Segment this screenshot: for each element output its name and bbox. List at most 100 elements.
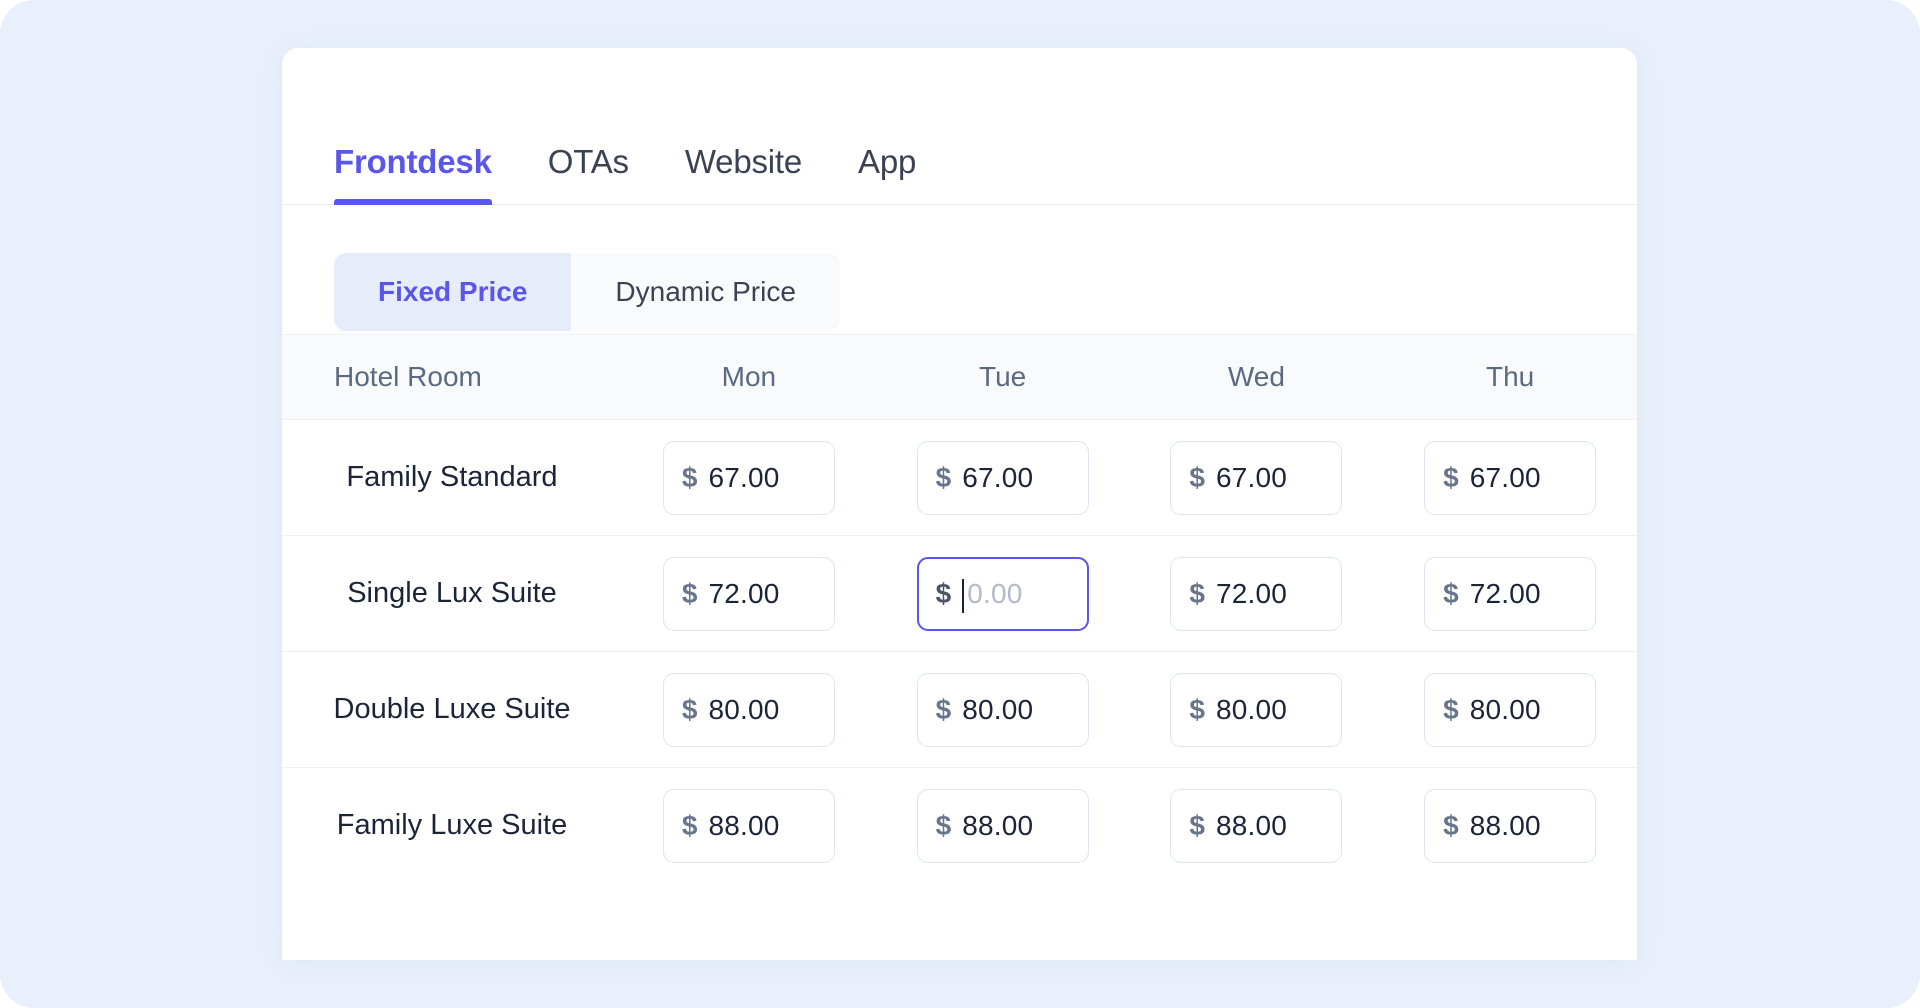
- price-cell: $67.00: [876, 420, 1130, 536]
- segment-dynamic-price[interactable]: Dynamic Price: [571, 253, 840, 331]
- currency-symbol-icon: $: [935, 577, 952, 609]
- price-cell: $88.00: [1130, 768, 1384, 884]
- tab-frontdesk[interactable]: Frontdesk: [334, 145, 520, 205]
- price-value: 67.00: [1215, 461, 1288, 493]
- currency-symbol-icon: $: [1443, 693, 1459, 725]
- currency-symbol-icon: $: [681, 809, 698, 841]
- price-cell-inner: $80.00: [622, 672, 876, 747]
- price-cell-inner: $72.00: [1130, 556, 1384, 631]
- price-cell: $67.00: [622, 420, 876, 536]
- price-cell: $72.00: [1130, 536, 1384, 652]
- price-input[interactable]: $88.00: [662, 788, 835, 863]
- pricing-table-head: Hotel Room Mon Tue Wed Thu: [282, 334, 1637, 420]
- table-row: Family Luxe Suite $88.00 $88.00 $88.00 $88.0…: [282, 768, 1637, 884]
- price-cell: $67.00: [1130, 420, 1384, 536]
- room-name-cell: Double Luxe Suite: [333, 693, 571, 725]
- price-cell: $80.00: [1383, 652, 1637, 768]
- table-header-row: Hotel Room Mon Tue Wed Thu: [282, 334, 1637, 420]
- price-cell-inner: $67.00: [876, 440, 1130, 515]
- column-header-tue: Tue: [875, 334, 1130, 420]
- price-cell-inner: $80.00: [1130, 672, 1384, 747]
- price-input[interactable]: $80.00: [1170, 672, 1343, 747]
- pricing-table: Hotel Room Mon Tue Wed Thu Family Standard $6…: [282, 334, 1637, 884]
- price-cell: $72.00: [1383, 536, 1637, 652]
- price-value: 67.00: [708, 461, 780, 493]
- price-cell: $80.00: [622, 652, 876, 768]
- price-input[interactable]: $72.00: [1424, 556, 1597, 631]
- price-cell: $88.00: [1383, 768, 1637, 884]
- price-mode-segmented-control[interactable]: Fixed Price Dynamic Price: [334, 253, 840, 331]
- currency-symbol-icon: $: [681, 461, 698, 493]
- price-value: 0.00: [967, 577, 1023, 609]
- price-input[interactable]: $88.00: [1170, 788, 1343, 863]
- price-input[interactable]: $67.00: [916, 440, 1089, 515]
- table-row: Family Standard $67.00 $67.00 $67.00 $67.00: [282, 420, 1637, 536]
- price-value: 80.00: [708, 693, 780, 725]
- currency-symbol-icon: $: [681, 577, 698, 609]
- price-value: 88.00: [1215, 809, 1288, 841]
- price-cell-inner: $0.00: [876, 556, 1130, 631]
- price-cell: $80.00: [1130, 652, 1384, 768]
- price-input[interactable]: $67.00: [1170, 440, 1343, 515]
- column-header-mon: Mon: [622, 334, 876, 420]
- price-mode-bar: Fixed Price Dynamic Price: [282, 205, 1637, 334]
- price-input[interactable]: $72.00: [662, 556, 835, 631]
- segment-fixed-price[interactable]: Fixed Price: [334, 253, 572, 331]
- price-input[interactable]: $0.00: [916, 556, 1089, 631]
- currency-symbol-icon: $: [1189, 577, 1205, 609]
- price-value: 72.00: [1215, 577, 1288, 609]
- column-header-hotel-room: Hotel Room: [282, 334, 622, 420]
- price-input[interactable]: $88.00: [916, 788, 1089, 863]
- price-cell-inner: $72.00: [622, 556, 876, 631]
- column-header-wed: Wed: [1129, 334, 1384, 420]
- currency-symbol-icon: $: [1443, 577, 1459, 609]
- price-cell: $0.00: [876, 536, 1130, 652]
- currency-symbol-icon: $: [681, 693, 698, 725]
- price-value: 67.00: [962, 461, 1034, 493]
- channel-tabs: Frontdesk OTAs Website App: [282, 48, 1637, 205]
- price-input[interactable]: $72.00: [1170, 556, 1343, 631]
- currency-symbol-icon: $: [1189, 693, 1205, 725]
- tab-website[interactable]: Website: [657, 145, 830, 204]
- price-cell: $67.00: [1383, 420, 1637, 536]
- currency-symbol-icon: $: [935, 461, 952, 493]
- room-name-cell: Single Lux Suite: [347, 577, 557, 609]
- price-value: 80.00: [1469, 693, 1541, 725]
- price-value: 80.00: [962, 693, 1034, 725]
- price-value: 72.00: [1469, 577, 1541, 609]
- table-row: Double Luxe Suite $80.00 $80.00 $80.00 $80.0…: [282, 652, 1637, 768]
- price-cell-inner: $88.00: [1130, 788, 1384, 863]
- page-backdrop: Frontdesk OTAs Website App Fixed Price Dynam…: [0, 0, 1920, 1008]
- tab-otas[interactable]: OTAs: [520, 145, 657, 204]
- currency-symbol-icon: $: [935, 809, 952, 841]
- currency-symbol-icon: $: [935, 693, 952, 725]
- price-value: 72.00: [708, 577, 780, 609]
- pricing-card: Frontdesk OTAs Website App Fixed Price Dynam…: [282, 48, 1637, 960]
- price-input[interactable]: $88.00: [1424, 788, 1597, 863]
- room-name-cell: Family Luxe Suite: [336, 809, 568, 842]
- price-input[interactable]: $80.00: [662, 672, 835, 747]
- price-cell-inner: $72.00: [1383, 556, 1637, 631]
- currency-symbol-icon: $: [1443, 809, 1459, 841]
- price-cell: $80.00: [876, 652, 1130, 768]
- price-cell-inner: $88.00: [876, 788, 1130, 863]
- price-value: 88.00: [962, 809, 1034, 841]
- price-cell: $72.00: [622, 536, 876, 652]
- price-input[interactable]: $80.00: [1424, 672, 1597, 747]
- price-value: 67.00: [1469, 461, 1541, 493]
- price-input[interactable]: $80.00: [916, 672, 1089, 747]
- price-cell-inner: $67.00: [1130, 440, 1384, 515]
- currency-symbol-icon: $: [1443, 461, 1459, 493]
- price-cell-inner: $80.00: [1383, 672, 1637, 747]
- room-name-cell: Family Standard: [346, 461, 558, 493]
- price-input[interactable]: $67.00: [662, 440, 835, 515]
- price-cell: $88.00: [876, 768, 1130, 884]
- price-cell-inner: $67.00: [622, 440, 876, 515]
- price-cell-inner: $88.00: [622, 788, 876, 863]
- price-value: 88.00: [1469, 809, 1541, 841]
- tab-app[interactable]: App: [830, 145, 944, 204]
- price-cell-inner: $88.00: [1383, 788, 1637, 863]
- column-header-thu: Thu: [1383, 334, 1637, 420]
- pricing-table-body: Family Standard $67.00 $67.00 $67.00 $67.00 S…: [282, 420, 1637, 884]
- price-input[interactable]: $67.00: [1424, 440, 1597, 515]
